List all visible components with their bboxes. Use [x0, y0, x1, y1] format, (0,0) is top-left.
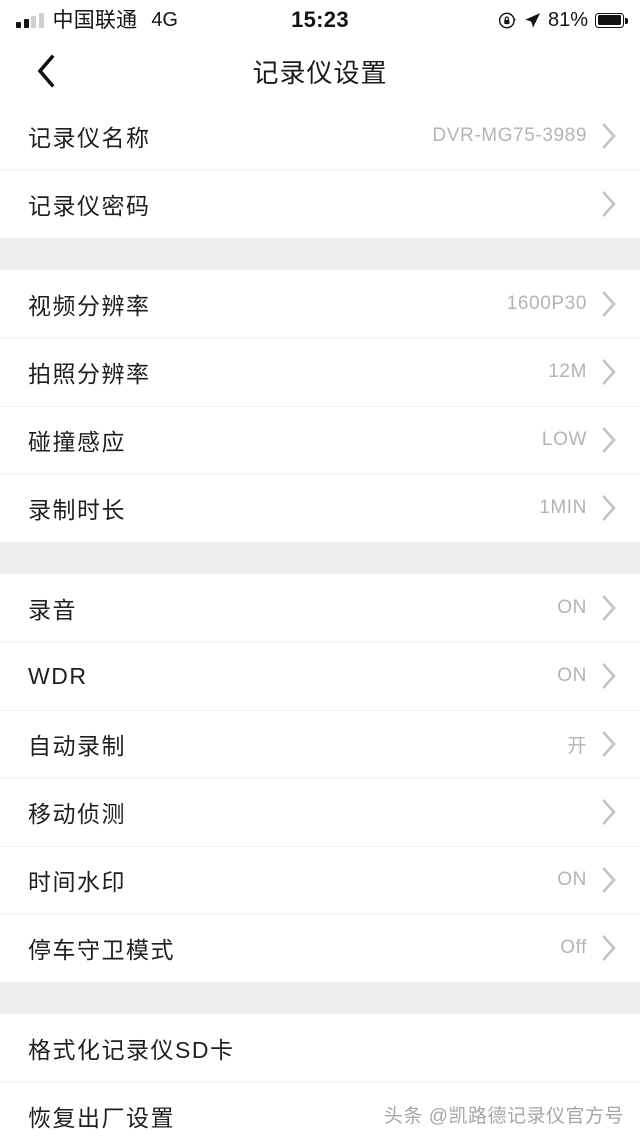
settings-row-label: 记录仪名称 — [28, 125, 151, 151]
settings-row-value: 开 — [567, 735, 587, 757]
settings-row-value: Off — [560, 937, 587, 958]
status-bar-right: 81% — [498, 9, 628, 31]
chevron-right-icon — [601, 190, 618, 218]
settings-row-value: ON — [557, 665, 587, 686]
settings-row-label: 停车守卫模式 — [28, 937, 175, 963]
settings-row[interactable]: 停车守卫模式 Off — [0, 914, 640, 982]
settings-row-right — [587, 798, 618, 826]
settings-list: 记录仪名称 DVR-MG75-3989 记录仪密码视频分辨率 1600P30 拍照分辨率… — [0, 102, 640, 1138]
battery-percent-label: 81% — [547, 9, 588, 31]
settings-row-right: DVR-MG75-3989 — [432, 122, 618, 150]
settings-row-label: 拍照分辨率 — [28, 361, 151, 387]
settings-section: 记录仪名称 DVR-MG75-3989 记录仪密码 — [0, 102, 640, 238]
chevron-right-icon — [601, 798, 618, 826]
settings-row[interactable]: 时间水印 ON — [0, 846, 640, 914]
settings-row-value: 1600P30 — [506, 293, 587, 314]
page-title: 记录仪设置 — [252, 57, 388, 88]
chevron-right-icon — [601, 494, 618, 522]
settings-row-right: LOW — [542, 426, 618, 454]
settings-row-right — [587, 190, 618, 218]
settings-row-label: 碰撞感应 — [28, 429, 126, 455]
chevron-right-icon — [601, 290, 618, 318]
settings-row[interactable]: 格式化记录仪SD卡 — [0, 1014, 640, 1082]
section-separator — [0, 238, 640, 270]
settings-section: 录音 ON WDR ON 自动录制 开移动侦测时间水印 ON 停车守卫模式 Off — [0, 574, 640, 982]
settings-row-right: 1MIN — [539, 494, 618, 522]
settings-row[interactable]: 碰撞感应 LOW — [0, 406, 640, 474]
settings-row-value: ON — [557, 869, 587, 890]
watermark-label: 头条 @凯路德记录仪官方号 — [383, 1106, 624, 1127]
settings-row-label: 时间水印 — [28, 869, 126, 895]
settings-row-right: 1600P30 — [507, 290, 618, 318]
settings-row-value: ON — [557, 597, 587, 618]
chevron-right-icon — [601, 730, 618, 758]
settings-row[interactable]: 记录仪名称 DVR-MG75-3989 — [0, 102, 640, 170]
navigation-bar: 记录仪设置 — [0, 40, 640, 102]
settings-row[interactable]: 视频分辨率 1600P30 — [0, 270, 640, 338]
settings-row[interactable]: WDR ON — [0, 642, 640, 710]
chevron-right-icon — [601, 358, 618, 386]
settings-row-value: 1MIN — [539, 497, 587, 518]
phone-screen: 中国联通 4G 15:23 81% 记录仪设置 记录仪名称 DVR-MG75-3… — [0, 0, 640, 1138]
location-arrow-icon — [524, 12, 541, 29]
settings-row-label: 记录仪密码 — [28, 193, 151, 219]
settings-row-label: 视频分辨率 — [28, 293, 151, 319]
settings-row-label: 移动侦测 — [28, 801, 126, 827]
settings-row-right: 开 — [567, 730, 618, 758]
settings-row-right: ON — [557, 662, 618, 690]
chevron-left-icon — [35, 54, 57, 88]
battery-icon — [595, 12, 628, 28]
settings-section: 视频分辨率 1600P30 拍照分辨率 12M 碰撞感应 LOW 录制时长 1MIN — [0, 270, 640, 542]
chevron-right-icon — [601, 122, 618, 150]
section-separator — [0, 542, 640, 574]
settings-row-label: 格式化记录仪SD卡 — [28, 1037, 235, 1063]
settings-row[interactable]: 自动录制 开 — [0, 710, 640, 778]
settings-row[interactable]: 录制时长 1MIN — [0, 474, 640, 542]
chevron-right-icon — [601, 866, 618, 894]
settings-row-label: 录制时长 — [28, 497, 126, 523]
settings-row-label: WDR — [28, 662, 88, 689]
settings-row-label: 录音 — [28, 597, 77, 623]
settings-row[interactable]: 记录仪密码 — [0, 170, 640, 238]
rotation-lock-icon — [498, 11, 517, 30]
settings-row[interactable]: 录音 ON — [0, 574, 640, 642]
back-button[interactable] — [20, 40, 72, 102]
chevron-right-icon — [601, 662, 618, 690]
carrier-label: 中国联通 — [52, 8, 138, 32]
chevron-right-icon — [601, 594, 618, 622]
settings-row[interactable]: 拍照分辨率 12M — [0, 338, 640, 406]
settings-row-value: 12M — [548, 361, 587, 382]
settings-row-right — [587, 1034, 618, 1062]
settings-row-label: 恢复出厂设置 — [28, 1105, 175, 1131]
settings-row-right: ON — [557, 594, 618, 622]
network-type-label: 4G — [151, 9, 178, 31]
status-bar-left: 中国联通 4G — [16, 10, 178, 31]
settings-row-value: LOW — [541, 429, 587, 450]
settings-row[interactable]: 移动侦测 — [0, 778, 640, 846]
settings-row-right: 12M — [548, 358, 618, 386]
signal-bars-icon — [16, 12, 44, 28]
settings-row-label: 自动录制 — [28, 733, 126, 759]
section-separator — [0, 982, 640, 1014]
chevron-right-icon — [601, 934, 618, 962]
settings-row-right: Off — [560, 934, 618, 962]
status-bar: 中国联通 4G 15:23 81% — [0, 0, 640, 40]
settings-row-right: ON — [557, 866, 618, 894]
chevron-right-icon — [601, 426, 618, 454]
settings-row-value: DVR-MG75-3989 — [432, 125, 587, 146]
